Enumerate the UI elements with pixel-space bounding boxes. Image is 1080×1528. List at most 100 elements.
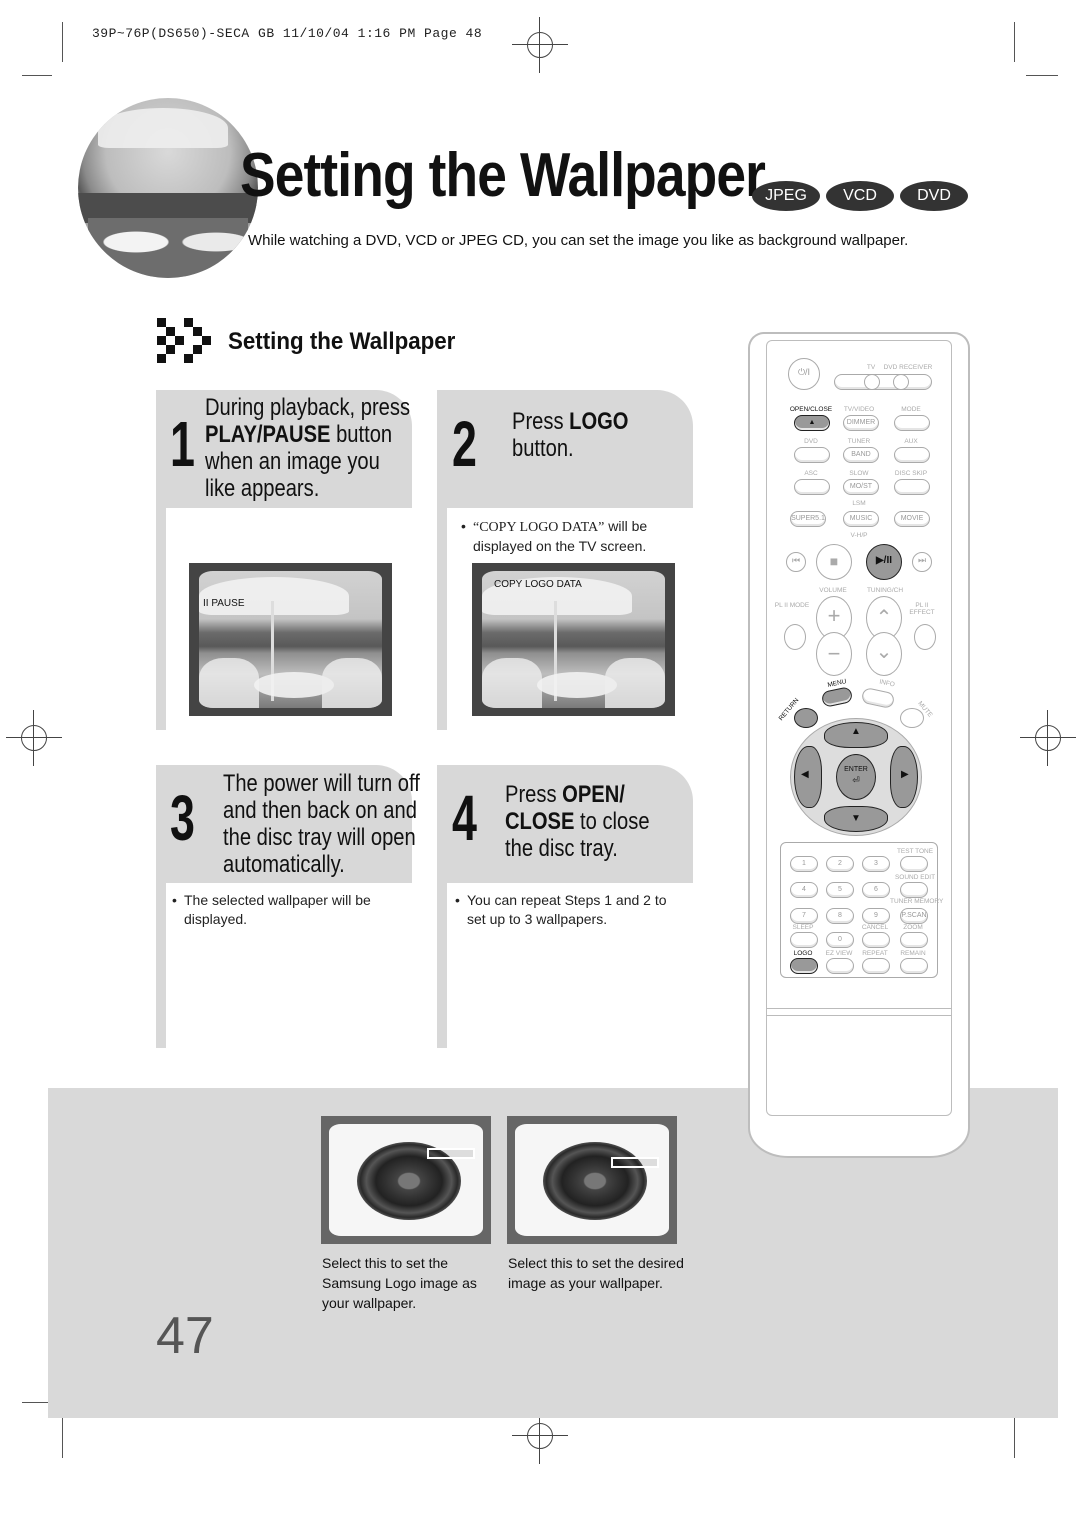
nav-right-button[interactable]: ▶ — [890, 746, 918, 808]
step-2-rail — [437, 508, 447, 730]
step-3-instruction: The power will turn off and then back on… — [223, 770, 420, 878]
up-arrow-icon: ▲ — [851, 726, 861, 737]
crop-mark — [62, 22, 63, 62]
dimmer-text: DIMMER — [846, 419, 876, 426]
text: will be — [604, 518, 648, 534]
selection-highlight — [427, 1148, 475, 1159]
nav-up-button[interactable]: ▲ — [824, 722, 888, 748]
binary-ring-decoration — [78, 98, 258, 278]
band-button[interactable]: BAND — [843, 447, 879, 463]
most-button[interactable]: MO/ST — [843, 479, 879, 495]
step-3-note: • The selected wallpaper will be display… — [172, 891, 371, 929]
tv-screen-image: II PAUSE — [199, 571, 382, 708]
num-0-button[interactable]: 0 — [826, 932, 854, 948]
num-2-button[interactable]: 2 — [826, 856, 854, 872]
stop-button[interactable]: ■ — [816, 544, 852, 580]
caption-line: Select this to set the — [322, 1255, 449, 1271]
remain-button[interactable] — [900, 958, 928, 974]
chair-graphic — [605, 658, 665, 708]
registration-mark — [6, 710, 62, 766]
nav-left-button[interactable]: ◀ — [794, 746, 822, 808]
text: The selected wallpaper will be — [184, 892, 371, 908]
pscan-text: P.SCAN — [901, 912, 927, 919]
music-button[interactable]: MUSIC — [843, 511, 879, 527]
text: Press — [512, 408, 570, 435]
repeat-button[interactable] — [862, 958, 890, 974]
movie-button[interactable]: MOVIE — [894, 511, 930, 527]
mode-button[interactable] — [894, 415, 930, 431]
crop-mark — [62, 1418, 63, 1458]
tv-screen-image: COPY LOGO DATA — [482, 571, 665, 708]
samsung-logo-caption: Select this to set the Samsung Logo imag… — [322, 1253, 477, 1313]
play-pause-keyword: PLAY/PAUSE — [205, 421, 331, 448]
pl2-mode-button[interactable] — [784, 624, 806, 650]
enter-button[interactable]: ENTER ⏎ — [836, 754, 876, 800]
skip-forward-icon: ⏭ — [917, 555, 927, 565]
right-arrow-icon: ▶ — [901, 769, 909, 780]
wallpaper-option-samsung-logo — [321, 1116, 491, 1244]
play-pause-button[interactable]: ▶/II — [866, 544, 902, 580]
num-6-button[interactable]: 6 — [862, 882, 890, 898]
num-1-button[interactable]: 1 — [790, 856, 818, 872]
num-text: 4 — [802, 886, 806, 893]
num-7-button[interactable]: 7 — [790, 908, 818, 924]
disc-skip-button[interactable] — [894, 479, 930, 495]
logo-button[interactable] — [790, 958, 818, 974]
step-4-line: the disc tray. — [505, 835, 618, 862]
print-header-meta: 39P~76P(DS650)-SECA GB 11/10/04 1:16 PM … — [92, 26, 483, 41]
aux-button[interactable] — [894, 447, 930, 463]
step-2-line: button. — [512, 435, 574, 462]
asc-label: ASC — [804, 470, 818, 477]
asc-button[interactable] — [794, 479, 830, 495]
step-1-line: like appears. — [205, 475, 320, 502]
num-3-button[interactable]: 3 — [862, 856, 890, 872]
super51-button[interactable]: SUPER5.1 — [790, 511, 826, 527]
dimmer-button[interactable]: DIMMER — [843, 415, 879, 431]
bullet-dot: • — [172, 892, 177, 908]
return-button[interactable] — [794, 708, 818, 728]
step-1-line: when an image you — [205, 448, 380, 475]
num-9-button[interactable]: 9 — [862, 908, 890, 924]
nav-down-button[interactable]: ▼ — [824, 806, 888, 832]
sleep-button[interactable] — [790, 932, 818, 948]
skip-back-button[interactable]: ⏮ — [786, 552, 806, 572]
pscan-button[interactable]: P.SCAN — [900, 908, 928, 924]
num-5-button[interactable]: 5 — [826, 882, 854, 898]
badge-dvd: DVD — [900, 181, 968, 211]
tuner-memory-label: TUNER MEMORY — [890, 898, 944, 905]
wallpaper-option-custom-image — [507, 1116, 677, 1244]
step-2-line: Press LOGO — [512, 408, 628, 435]
dvd-receiver-label: DVD RECEIVER — [883, 364, 933, 371]
num-8-button[interactable]: 8 — [826, 908, 854, 924]
plus-icon: + — [827, 603, 841, 628]
test-tone-button[interactable] — [900, 856, 928, 872]
step-3-rail — [156, 883, 166, 1048]
tv-dvd-selector-bar — [834, 374, 932, 390]
cancel-button[interactable] — [862, 932, 890, 948]
tv-select-button[interactable] — [864, 374, 880, 390]
aux-label: AUX — [904, 438, 918, 445]
step-1-instruction: During playback, press PLAY/PAUSE button… — [205, 394, 410, 502]
custom-image-caption: Select this to set the desired image as … — [508, 1253, 684, 1293]
volume-down-button[interactable]: − — [816, 632, 852, 676]
stop-icon: ■ — [829, 553, 839, 569]
num-text: 8 — [838, 912, 842, 919]
step-1-rail — [156, 508, 166, 730]
tuning-down-button[interactable]: ⌄ — [866, 632, 902, 676]
sound-edit-button[interactable] — [900, 882, 928, 898]
eject-icon: ▲ — [808, 419, 816, 426]
ez-view-button[interactable] — [826, 958, 854, 974]
pl2-effect-button[interactable] — [914, 624, 936, 650]
pause-osd-text: II PAUSE — [203, 598, 245, 609]
zoom-label: ZOOM — [903, 924, 923, 931]
num-4-button[interactable]: 4 — [790, 882, 818, 898]
num-text: 1 — [802, 860, 806, 867]
chevron-down-icon: ⌄ — [875, 641, 893, 663]
dvd-button[interactable] — [794, 447, 830, 463]
skip-forward-button[interactable]: ⏭ — [912, 552, 932, 572]
power-button[interactable]: ⏻/I — [788, 358, 820, 390]
mute-button[interactable] — [900, 708, 924, 728]
open-close-button[interactable]: ▲ — [794, 415, 830, 431]
dvd-receiver-select-button[interactable] — [893, 374, 909, 390]
zoom-button[interactable] — [900, 932, 928, 948]
